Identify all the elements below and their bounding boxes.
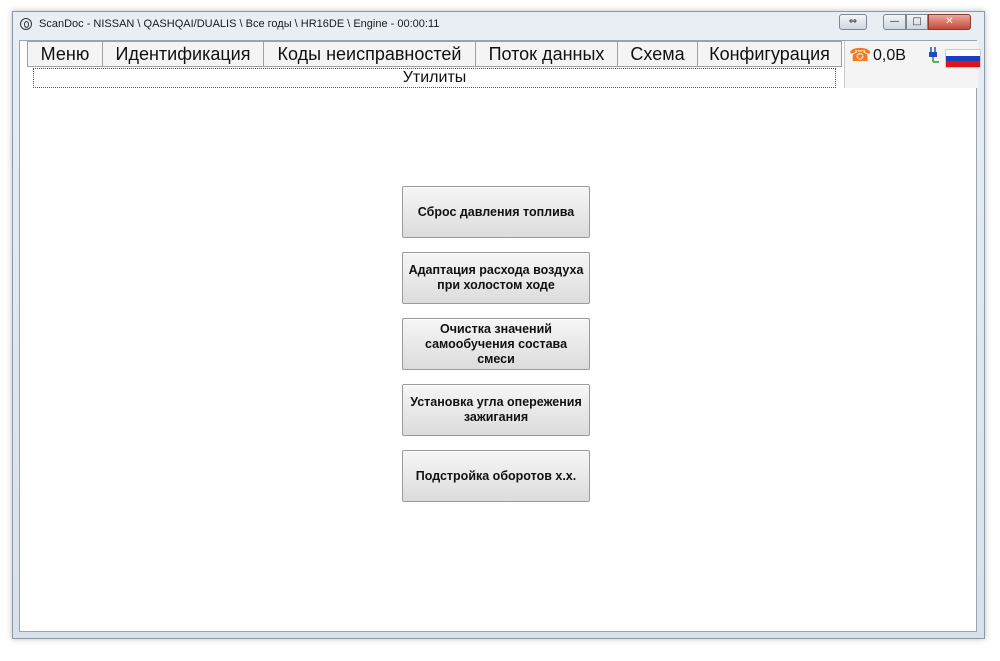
client-area: Меню Идентификация Коды неисправностей П… [19,40,981,632]
steering-wheel-icon [20,18,32,30]
mixture-learning-clear-button[interactable]: Очистка значений самообучения состава см… [402,318,590,370]
status-panel: ☎ 0,0В [844,41,981,88]
app-window: ScanDoc - NISSAN \ QASHQAI/DUALIS \ Все … [12,11,985,639]
title-bar[interactable]: ScanDoc - NISSAN \ QASHQAI/DUALIS \ Все … [13,12,984,40]
idle-air-adaptation-button[interactable]: Адаптация расхода воздуха при холостом х… [402,252,590,304]
menu-item-menu[interactable]: Меню [28,42,103,66]
menu-item-configuration[interactable]: Конфигурация [698,42,841,66]
menu-item-identification[interactable]: Идентификация [103,42,264,66]
menu-bar: Меню Идентификация Коды неисправностей П… [27,41,842,67]
language-flag-icon[interactable] [945,49,981,68]
resize-toggle-button[interactable]: ⇔ [839,14,867,30]
minimize-button[interactable]: — [883,14,906,30]
plug-icon [929,47,939,63]
menu-item-schema[interactable]: Схема [618,42,698,66]
window-title: ScanDoc - NISSAN \ QASHQAI/DUALIS \ Все … [39,18,440,30]
idle-speed-adjust-button[interactable]: Подстройка оборотов х.х. [402,450,590,502]
phone-icon: ☎ [849,45,872,66]
ignition-timing-button[interactable]: Установка угла опережения зажигания [402,384,590,436]
flag-stripe-red [946,61,980,67]
menu-item-fault-codes[interactable]: Коды неисправностей [264,42,476,66]
menu-item-data-stream[interactable]: Поток данных [476,42,618,66]
voltage-readout: 0,0В [873,47,906,64]
fuel-pressure-reset-button[interactable]: Сброс давления топлива [402,186,590,238]
close-button[interactable]: ✕ [928,14,971,30]
maximize-button[interactable]: □ [906,14,928,30]
section-title: Утилиты [33,68,836,88]
